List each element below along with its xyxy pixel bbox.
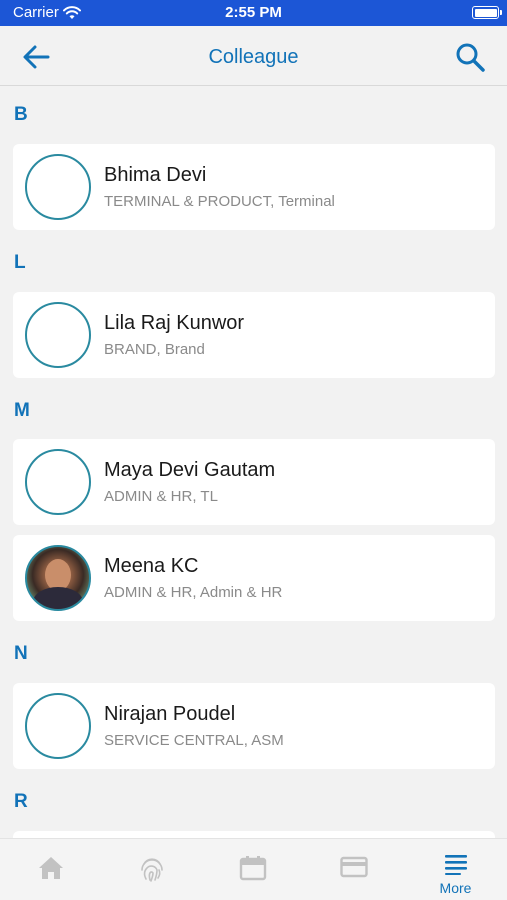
tab-more-label: More — [439, 880, 472, 896]
avatar-photo — [25, 545, 91, 611]
colleague-card[interactable]: Bhima Devi TERMINAL & PRODUCT, Terminal — [13, 144, 495, 230]
tab-home[interactable] — [0, 839, 101, 900]
battery-icon — [472, 6, 502, 19]
card-icon — [339, 856, 368, 878]
colleague-card[interactable]: Maya Devi Gautam ADMIN & HR, TL — [13, 439, 495, 525]
search-button[interactable] — [453, 40, 487, 74]
colleague-department: ADMIN & HR, TL — [104, 488, 218, 505]
tab-card[interactable] — [303, 839, 404, 900]
tab-calendar[interactable] — [202, 839, 303, 900]
page-title: Colleague — [208, 46, 299, 68]
calendar-icon — [239, 856, 266, 881]
colleague-name: Meena KC — [104, 555, 199, 577]
colleague-department: SERVICE CENTRAL, ASM — [104, 732, 284, 749]
section-letter-m: M — [14, 400, 30, 421]
tab-bar: More — [0, 838, 507, 900]
tab-attendance[interactable] — [101, 839, 202, 900]
colleague-name: Bhima Devi — [104, 164, 207, 186]
tab-more[interactable]: More — [404, 839, 507, 900]
status-bar: Carrier 2:55 PM — [0, 0, 507, 26]
colleague-name: Lila Raj Kunwor — [104, 312, 245, 334]
avatar — [25, 154, 91, 220]
section-letter-r: R — [14, 791, 28, 812]
section-letter-l: L — [14, 252, 26, 273]
avatar — [25, 449, 91, 515]
search-icon — [456, 43, 485, 72]
status-time: 2:55 PM — [225, 4, 282, 21]
navigation-bar: Colleague — [0, 26, 507, 86]
menu-icon — [444, 855, 467, 875]
colleague-department: BRAND, Brand — [104, 341, 205, 358]
section-letter-n: N — [14, 643, 28, 664]
colleague-department: TERMINAL & PRODUCT, Terminal — [104, 193, 335, 210]
fingerprint-icon — [140, 858, 163, 882]
avatar — [25, 693, 91, 759]
colleague-card[interactable]: Nirajan Poudel SERVICE CENTRAL, ASM — [13, 683, 495, 769]
home-icon — [38, 857, 63, 879]
colleague-department: ADMIN & HR, Admin & HR — [104, 584, 283, 601]
section-letter-b: B — [14, 104, 28, 125]
avatar — [25, 302, 91, 368]
colleague-name: Nirajan Poudel — [104, 703, 236, 725]
colleague-card[interactable]: Lila Raj Kunwor BRAND, Brand — [13, 292, 495, 378]
colleague-name: Maya Devi Gautam — [104, 459, 276, 481]
colleague-card[interactable]: Meena KC ADMIN & HR, Admin & HR — [13, 535, 495, 621]
